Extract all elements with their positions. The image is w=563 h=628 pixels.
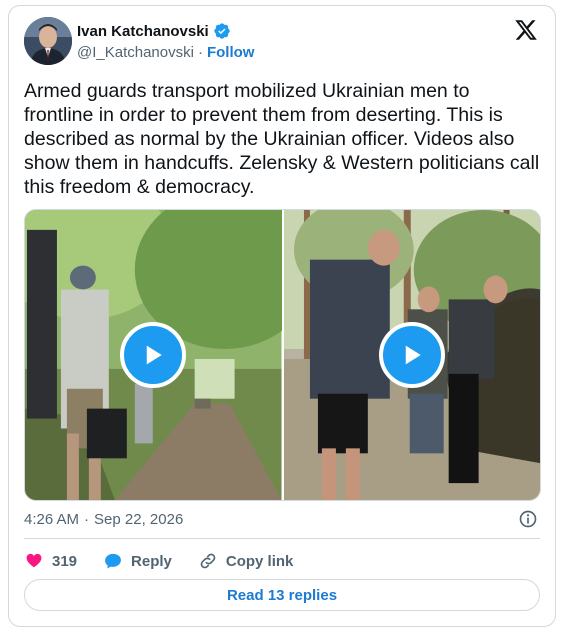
tweet-text: Armed guards transport mobilized Ukraini…: [24, 80, 540, 198]
reply-label: Reply: [131, 552, 172, 570]
like-count: 319: [52, 552, 78, 570]
reply-bubble-icon: [105, 553, 121, 569]
timestamp-separator: ·: [84, 511, 90, 528]
media-grid: [24, 209, 541, 501]
info-icon[interactable]: [518, 509, 538, 529]
tweet-timestamp[interactable]: 4:26 AM · Sep 22, 2026: [24, 511, 183, 528]
like-button[interactable]: 319: [24, 551, 77, 571]
tweet-date: Sep 22, 2026: [94, 511, 184, 528]
play-icon: [405, 345, 421, 365]
follow-button[interactable]: Follow: [207, 44, 255, 61]
tweet-card: Ivan Katchanovski @I_Katchanovski · Foll…: [8, 5, 556, 627]
verified-badge-icon: [214, 23, 230, 39]
play-button[interactable]: [378, 322, 445, 388]
author-handle-row: @I_Katchanovski · Follow: [77, 44, 254, 61]
author-name[interactable]: Ivan Katchanovski: [77, 23, 209, 40]
video-thumbnail-2[interactable]: [283, 210, 540, 500]
author-name-row: Ivan Katchanovski: [77, 22, 231, 40]
x-logo-icon[interactable]: [514, 18, 538, 42]
read-replies-button[interactable]: Read 13 replies: [24, 579, 540, 611]
video-thumbnail-1[interactable]: [25, 210, 282, 500]
action-bar: 319 Reply Copy link: [24, 547, 293, 575]
copy-link-button[interactable]: Copy link: [198, 551, 294, 571]
author-handle[interactable]: @I_Katchanovski: [77, 44, 194, 61]
handle-separator: ·: [197, 44, 203, 61]
play-icon: [147, 345, 162, 365]
play-button[interactable]: [120, 322, 187, 388]
divider: [24, 538, 540, 539]
avatar[interactable]: [24, 17, 72, 65]
link-icon: [200, 553, 216, 569]
heart-icon: [26, 553, 42, 568]
reply-button[interactable]: Reply: [103, 551, 172, 571]
avatar-image: [24, 17, 72, 65]
tweet-time: 4:26 AM: [24, 511, 80, 528]
copy-link-label: Copy link: [225, 552, 294, 570]
